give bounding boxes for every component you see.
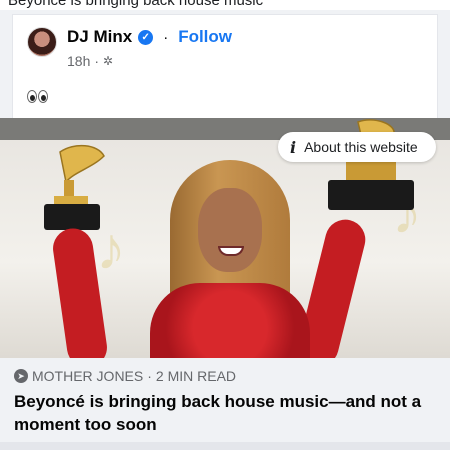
- previous-post-fragment: Beyoncé is bringing back house music: [0, 0, 450, 10]
- meta-separator: ·: [94, 53, 100, 69]
- author-name[interactable]: DJ Minx: [67, 27, 132, 47]
- read-time: 2 MIN READ: [155, 368, 237, 384]
- post-meta: 18h · ✲: [67, 53, 113, 69]
- source-separator: ·: [147, 368, 152, 384]
- source-row: ➤ MOTHER JONES · 2 MIN READ: [14, 368, 436, 384]
- link-preview-caption[interactable]: ➤ MOTHER JONES · 2 MIN READ Beyoncé is b…: [0, 358, 450, 442]
- article-headline[interactable]: Beyoncé is bringing back house music—and…: [14, 390, 436, 436]
- source-compass-icon: ➤: [14, 369, 28, 383]
- link-preview-image[interactable]: ♪ ♪ i About this website: [0, 118, 450, 358]
- post-card: DJ Minx ✓ · Follow 18h · ✲: [12, 14, 438, 118]
- about-website-button[interactable]: i About this website: [278, 132, 436, 162]
- name-separator: ·: [163, 28, 169, 46]
- about-website-label: About this website: [304, 139, 418, 155]
- avatar[interactable]: [27, 27, 57, 57]
- left-eye-icon: [27, 90, 37, 103]
- post-header: DJ Minx ✓ · Follow: [67, 27, 232, 47]
- gear-icon[interactable]: ✲: [103, 54, 113, 68]
- post-footer-divider: [0, 442, 450, 450]
- trophy-left-icon: [44, 144, 105, 230]
- source-name: MOTHER JONES: [32, 368, 144, 384]
- feed-screen: Beyoncé is bringing back house music DJ …: [0, 0, 450, 450]
- previous-post-text: Beyoncé is bringing back house music: [8, 0, 264, 9]
- face: [198, 188, 262, 272]
- follow-button[interactable]: Follow: [178, 27, 232, 47]
- right-eye-icon: [38, 90, 48, 103]
- post-text: [27, 87, 49, 108]
- dress: [150, 283, 310, 358]
- info-icon: i: [290, 137, 297, 157]
- verified-badge-icon: ✓: [138, 29, 154, 45]
- post-timestamp[interactable]: 18h: [67, 53, 90, 69]
